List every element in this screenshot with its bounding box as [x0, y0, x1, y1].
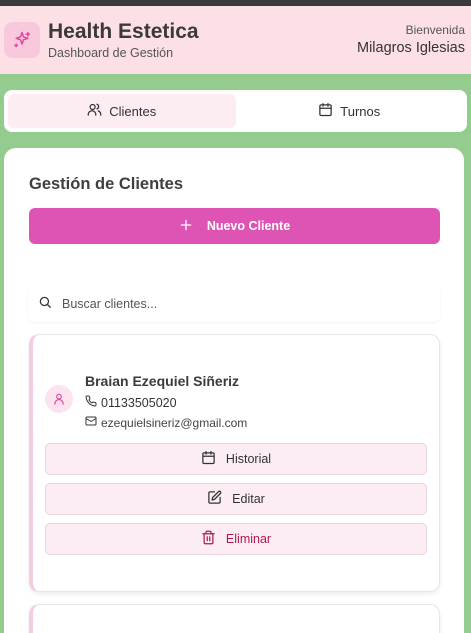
plus-icon — [179, 218, 193, 235]
users-icon — [87, 102, 102, 120]
client-email: ezequielsineriz@gmail.com — [85, 415, 247, 430]
history-button[interactable]: Historial — [45, 443, 427, 475]
tab-turnos-label: Turnos — [340, 103, 381, 119]
client-card — [29, 604, 440, 633]
calendar-icon — [201, 450, 216, 468]
edit-icon — [207, 490, 222, 508]
user-icon — [45, 385, 73, 413]
history-button-label: Historial — [225, 452, 272, 466]
client-email-value: ezequielsineriz@gmail.com — [101, 415, 248, 430]
sparkles-icon — [4, 22, 40, 58]
app-title: Health Estetica — [48, 20, 199, 43]
phone-icon — [85, 395, 97, 410]
tab-clientes-label: Clientes — [109, 103, 157, 119]
app-header: Health Estetica Dashboard de Gestión Bie… — [0, 6, 471, 74]
welcome-label: Bienvenida — [405, 23, 465, 37]
mail-icon — [85, 415, 97, 430]
new-client-button[interactable]: Nuevo Cliente — [29, 208, 440, 244]
app-subtitle: Dashboard de Gestión — [48, 46, 174, 60]
delete-button[interactable]: Eliminar — [45, 523, 427, 555]
client-card: Braian Ezequiel Siñeriz 01133505020 ezeq… — [29, 334, 440, 592]
search-icon — [38, 295, 52, 314]
client-name: Braian Ezequiel Siñeriz — [85, 373, 240, 389]
trash-icon — [201, 530, 216, 548]
new-client-label: Nuevo Cliente — [206, 219, 291, 233]
client-phone-value: 01133505020 — [101, 395, 177, 410]
user-name: Milagros Iglesias — [357, 40, 465, 56]
section-title: Gestión de Clientes — [29, 175, 184, 193]
clients-panel: Gestión de Clientes Nuevo Cliente Braian… — [4, 148, 464, 633]
edit-button[interactable]: Editar — [45, 483, 427, 515]
search-input[interactable] — [62, 297, 422, 311]
delete-button-label: Eliminar — [225, 532, 272, 546]
calendar-icon — [318, 102, 333, 120]
search-box — [28, 286, 440, 322]
main-tabs: Clientes Turnos — [4, 90, 467, 132]
tab-turnos[interactable]: Turnos — [236, 94, 464, 128]
client-phone: 01133505020 — [85, 395, 177, 410]
tab-clientes[interactable]: Clientes — [8, 94, 236, 128]
edit-button-label: Editar — [232, 492, 265, 506]
